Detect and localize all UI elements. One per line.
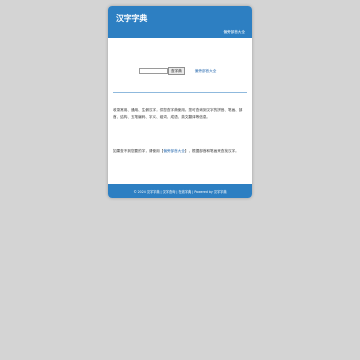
radical-index-link[interactable]: 偏旁部首大全 [195,69,217,74]
search-input[interactable] [139,68,168,74]
help-note-after: 】，根据部首和笔画来查找汉字。 [184,149,239,153]
help-note-before: 如果查不到您要的字，请使用【 [113,149,164,153]
main-card: 汉字字典 偏旁部首大全 查字典 偏旁部首大全 收录常用、通用、生僻汉字，供您查字… [108,6,252,198]
search-form: 查字典 偏旁部首大全 [139,67,216,75]
site-logo[interactable]: 汉字字典 [116,13,147,24]
help-note-link[interactable]: 偏旁部首大全 [163,149,185,153]
divider [113,92,247,93]
header-nav-link[interactable]: 偏旁部首大全 [223,30,245,35]
site-footer: © 2024 汉字字典 | 汉字查询 | 在线字典 | Powered by 汉… [108,184,252,198]
intro-text: 收录常用、通用、生僻汉字，供您查字典使用。您可查询到汉字的拼音、笔画、部首、结构… [113,108,243,119]
help-note: 如果查不到您要的字，请使用【偏旁部首大全】，根据部首和笔画来查找汉字。 [113,149,247,154]
site-header: 汉字字典 偏旁部首大全 [108,6,252,38]
search-button[interactable]: 查字典 [168,67,185,75]
footer-text: © 2024 汉字字典 | 汉字查询 | 在线字典 | Powered by 汉… [133,189,227,194]
